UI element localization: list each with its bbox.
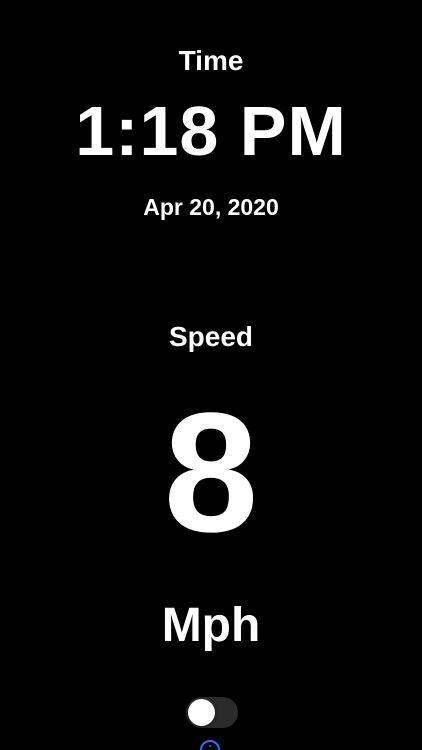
- speed-unit: Mph: [161, 599, 261, 652]
- info-icon[interactable]: [200, 740, 220, 750]
- current-time: 1:18 PM: [75, 92, 347, 170]
- speed-label: Speed: [168, 321, 254, 352]
- toggle-knob: [188, 699, 215, 726]
- speed-value: 8: [163, 378, 259, 568]
- toggle-switch[interactable]: [186, 697, 238, 728]
- current-date: Apr 20, 2020: [143, 194, 279, 220]
- time-label: Time: [178, 45, 244, 76]
